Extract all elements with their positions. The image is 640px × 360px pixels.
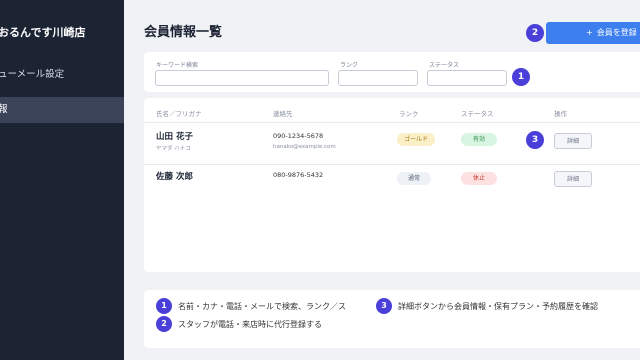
note-text: スタッフが電話・来店時に代行登録する [178,320,322,329]
note-number: 3 [376,298,392,314]
member-phone: 080-9876-5432 [273,171,324,179]
table-row: 佐藤 次郎 080-9876-5432 通常 休止 詳細 [144,166,640,206]
note-number: 1 [156,298,172,314]
note-number: 2 [156,316,172,332]
column-header-action: 操作 [554,110,567,118]
callout-badge-1: 1 [512,68,530,86]
member-phone: 090-1234-5678 [273,132,324,140]
add-member-label: 会員を登録 [596,28,637,37]
detail-button[interactable]: 詳細 [554,171,592,187]
filter-panel: キーワード検索 ランク ステータス 1 [144,52,640,92]
keyword-label: キーワード検索 [156,62,199,69]
sidebar-item-label: ューメール設定 [0,69,65,80]
rank-badge: 通常 [397,172,431,185]
table-row: 山田 花子 ヤマダ ハナコ 090-1234-5678 hanako@examp… [144,124,640,164]
add-member-button[interactable]: + 会員を登録 [546,22,640,44]
plus-icon: + [586,28,593,37]
main-content: 会員情報一覧 2 + 会員を登録 キーワード検索 ランク ステータス 1 氏名／フ… [124,0,640,360]
row-divider [144,164,640,165]
annotation-notes: 1 名前・カナ・電話・メールで検索、ランク／ス 3 詳細ボタンから会員情報・保有… [144,290,640,348]
member-name: 佐藤 次郎 [156,172,193,182]
sidebar-item-member-info[interactable]: 報 [0,97,124,123]
rank-select[interactable] [338,70,418,86]
header-divider [144,122,640,123]
rank-badge: ゴールド [397,133,435,146]
note-text: 詳細ボタンから会員情報・保有プラン・予約履歴を確認 [398,302,598,311]
status-select[interactable] [427,70,507,86]
column-header-name: 氏名／フリガナ [156,110,202,118]
status-badge: 休止 [461,172,497,185]
status-label: ステータス [429,62,460,69]
store-name: おるんです川崎店 [0,26,86,39]
keyword-search-input[interactable] [155,70,329,86]
detail-button[interactable]: 詳細 [554,133,592,149]
status-badge: 有効 [461,133,497,146]
rank-label: ランク [340,62,359,69]
column-header-contact: 連絡先 [273,110,293,118]
callout-badge-3: 3 [526,131,544,149]
member-table: 氏名／フリガナ 連絡先 ランク ステータス 操作 山田 花子 ヤマダ ハナコ 0… [144,98,640,272]
member-email: hanako@example.com [273,144,336,150]
callout-badge-2: 2 [526,24,544,42]
member-kana: ヤマダ ハナコ [156,146,191,152]
sidebar-item-label: 報 [0,104,8,115]
sidebar: おるんです川崎店 ューメール設定 報 [0,0,124,360]
sidebar-item-menu-mail-settings[interactable]: ューメール設定 [0,62,124,88]
column-header-status: ステータス [461,110,494,118]
member-name: 山田 花子 [156,132,193,142]
page-title: 会員情報一覧 [144,25,223,40]
column-header-rank: ランク [399,110,419,118]
note-text: 名前・カナ・電話・メールで検索、ランク／ス [178,302,346,311]
